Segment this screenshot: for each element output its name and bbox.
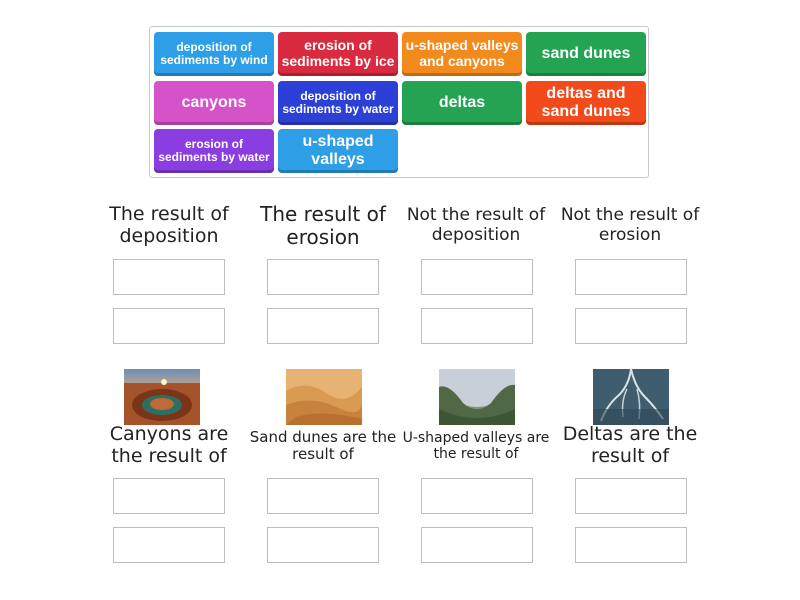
- tile-erosion-by-water[interactable]: erosion of sediments by water: [154, 129, 274, 173]
- drop-slot[interactable]: [113, 259, 225, 295]
- caption-canyons: Canyons are the result of: [109, 423, 229, 467]
- delta-photo: [593, 369, 669, 425]
- column-heading-result-of-deposition: The result of deposition: [109, 203, 229, 247]
- drop-slot[interactable]: [113, 527, 225, 563]
- tile-sand-dunes[interactable]: sand dunes: [526, 32, 646, 76]
- drop-slot[interactable]: [421, 478, 533, 514]
- caption-u-shaped-valleys: U-shaped valleys are the result of: [402, 430, 550, 463]
- caption-sand-dunes: Sand dunes are the result of: [249, 428, 397, 464]
- tile-deltas-and-sand-dunes[interactable]: deltas and sand dunes: [526, 81, 646, 125]
- tile-u-shaped-valleys[interactable]: u-shaped valleys: [278, 129, 398, 173]
- u-shaped-valley-photo: [439, 369, 515, 425]
- drop-slot[interactable]: [267, 527, 379, 563]
- drop-slot[interactable]: [575, 527, 687, 563]
- drop-slot[interactable]: [113, 478, 225, 514]
- column-heading-result-of-erosion: The result of erosion: [260, 202, 386, 249]
- drop-slot[interactable]: [421, 308, 533, 344]
- sand-dunes-photo: [286, 369, 362, 425]
- drop-slot[interactable]: [267, 478, 379, 514]
- caption-deltas: Deltas are the result of: [562, 423, 698, 467]
- tile-canyons[interactable]: canyons: [154, 81, 274, 125]
- column-heading-not-result-of-erosion: Not the result of erosion: [560, 205, 700, 245]
- canyon-photo: [124, 369, 200, 425]
- drop-slot[interactable]: [267, 308, 379, 344]
- tile-u-shaped-valleys-and-canyons[interactable]: u-shaped valleys and canyons: [402, 32, 522, 76]
- tile-erosion-by-ice[interactable]: erosion of sediments by ice: [278, 32, 398, 76]
- drop-slot[interactable]: [575, 259, 687, 295]
- drop-slot[interactable]: [113, 308, 225, 344]
- drop-slot[interactable]: [421, 259, 533, 295]
- column-heading-not-result-of-deposition: Not the result of deposition: [406, 205, 546, 245]
- tile-deposition-by-wind[interactable]: deposition of sediments by wind: [154, 32, 274, 76]
- tile-deposition-by-water[interactable]: deposition of sediments by water: [278, 81, 398, 125]
- drop-slot[interactable]: [267, 259, 379, 295]
- drop-slot[interactable]: [575, 308, 687, 344]
- drop-slot[interactable]: [575, 478, 687, 514]
- tile-deltas[interactable]: deltas: [402, 81, 522, 125]
- drop-slot[interactable]: [421, 527, 533, 563]
